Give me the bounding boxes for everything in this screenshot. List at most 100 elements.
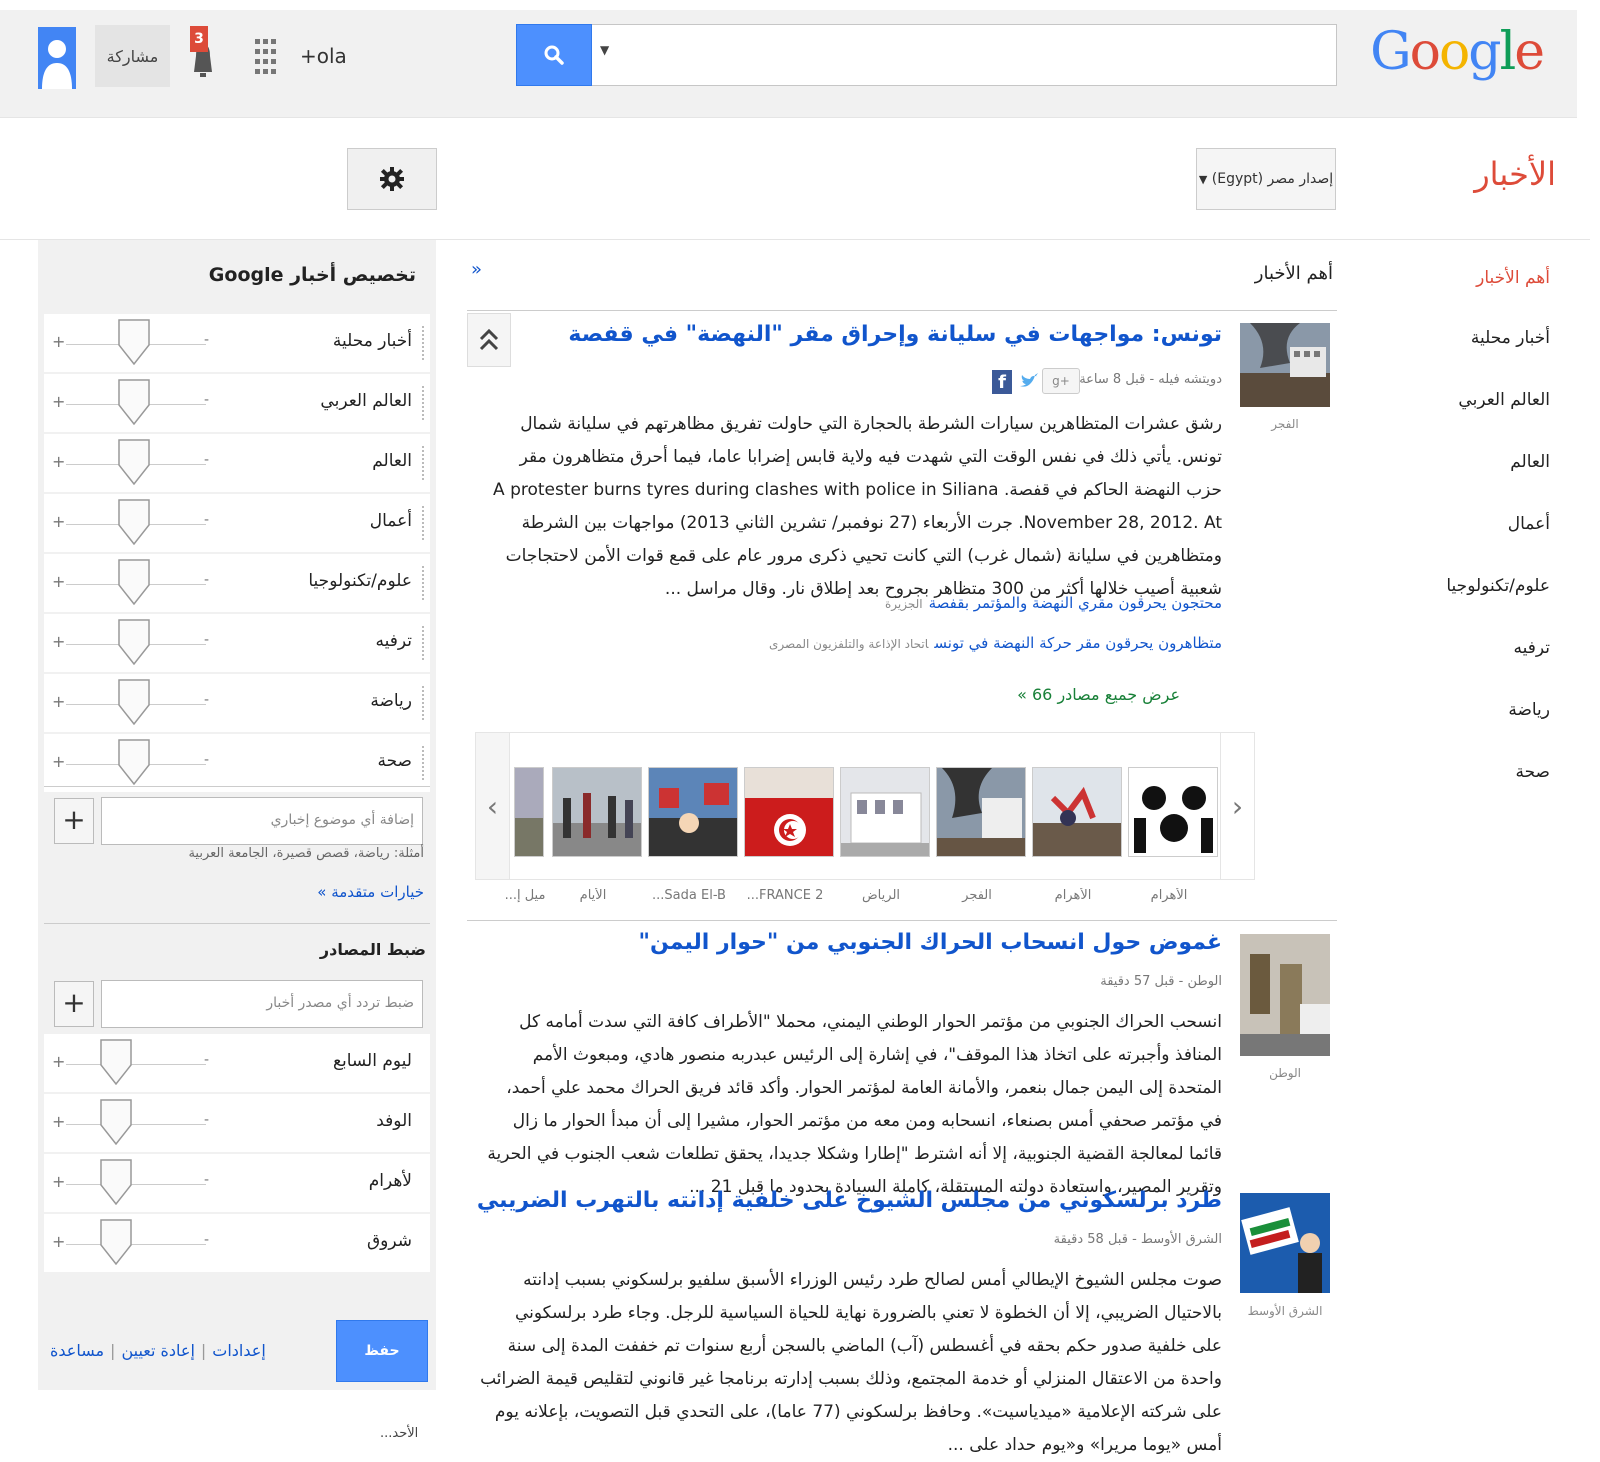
thumbnail-source: الوطن — [1269, 1066, 1301, 1080]
slider-thumb[interactable] — [118, 379, 150, 425]
share-button[interactable]: مشاركة — [95, 25, 170, 87]
carousel-next-button[interactable]: › — [1220, 733, 1254, 879]
view-all-sources-link[interactable]: عرض جميع مصادر 66 » — [1017, 685, 1180, 704]
drag-handle-icon[interactable] — [422, 686, 426, 720]
carousel-image[interactable] — [840, 767, 930, 857]
related-article-link[interactable]: متظاهرون يحرقون مقر حركة النهضة في تونس ا… — [769, 634, 1222, 652]
slider-thumb[interactable] — [100, 1159, 132, 1205]
panel-title: تخصيص أخبار Google — [208, 264, 416, 286]
source-slider-row[interactable]: شروق + - — [44, 1214, 430, 1272]
related-article-link[interactable]: محتجون يحرقون مقري النهضة والمؤتمر بقفصة… — [885, 594, 1222, 612]
nav-item-world[interactable]: العالم — [1510, 452, 1550, 472]
search-dropdown-icon[interactable]: ▼ — [600, 43, 609, 57]
nav-item-business[interactable]: أعمال — [1508, 514, 1550, 534]
add-source-button[interactable]: + — [54, 981, 94, 1027]
drag-handle-icon[interactable] — [422, 626, 426, 660]
facebook-icon[interactable]: f — [992, 370, 1012, 394]
google-plus-share-button[interactable]: g+ — [1042, 368, 1080, 394]
nav-item-local[interactable]: أخبار محلية — [1471, 328, 1550, 348]
slider-thumb[interactable] — [118, 619, 150, 665]
topic-slider-row[interactable]: أعمال + - — [44, 494, 430, 552]
story-thumbnail[interactable] — [1240, 934, 1330, 1056]
drag-handle-icon[interactable] — [422, 446, 426, 480]
panel-cut-text: الأحد... — [380, 1426, 419, 1441]
sources-title: ضبط المصادر — [319, 940, 426, 959]
settings-link[interactable]: إعدادات — [212, 1341, 265, 1360]
drag-handle-icon[interactable] — [422, 566, 426, 600]
carousel-image[interactable] — [514, 767, 544, 857]
search-button[interactable] — [516, 24, 592, 86]
nav-item-entertainment[interactable]: ترفيه — [1514, 638, 1550, 658]
user-plus-link[interactable]: +ola — [300, 44, 347, 68]
slider-track[interactable] — [66, 1184, 206, 1185]
source-slider-row[interactable]: الوفد + - — [44, 1094, 430, 1152]
nav-item-top-stories[interactable]: أهم الأخبار — [1476, 268, 1550, 288]
help-link[interactable]: مساعدة — [50, 1341, 104, 1360]
settings-button[interactable] — [347, 148, 437, 210]
minus-icon: - — [204, 1232, 210, 1248]
carousel-image[interactable] — [1128, 767, 1218, 857]
topic-slider-row[interactable]: علوم/تكنولوجيا + - — [44, 554, 430, 612]
add-topic-button[interactable]: + — [54, 798, 94, 844]
carousel-caption: الرياض — [861, 888, 901, 903]
notification-count-badge[interactable]: 3 — [190, 26, 208, 52]
source-slider-row[interactable]: ليوم السابع + - — [44, 1034, 430, 1092]
nav-item-sports[interactable]: رياضة — [1508, 700, 1550, 720]
carousel-prev-button[interactable]: ‹ — [476, 733, 510, 879]
nav-item-health[interactable]: صحة — [1515, 762, 1550, 782]
advanced-options-link[interactable]: خيارات متقدمة » — [317, 883, 424, 901]
section-title: أهم الأخبار — [1254, 263, 1333, 284]
google-logo[interactable]: Google — [1370, 22, 1545, 82]
nav-item-arab-world[interactable]: العالم العربي — [1458, 390, 1550, 410]
twitter-icon[interactable] — [1018, 370, 1040, 392]
slider-thumb[interactable] — [118, 439, 150, 485]
double-chevron-icon[interactable]: » — [471, 259, 482, 280]
slider-thumb[interactable] — [100, 1039, 132, 1085]
slider-thumb[interactable] — [118, 559, 150, 605]
related-article-title[interactable]: محتجون يحرقون مقري النهضة والمؤتمر بقفصة — [929, 594, 1222, 612]
story-title[interactable]: غموض حول انسحاب الحراك الجنوبي من "حوار … — [639, 930, 1222, 955]
collapse-story-button[interactable] — [467, 313, 511, 367]
topic-slider-row[interactable]: العالم + - — [44, 434, 430, 492]
slider-thumb[interactable] — [118, 739, 150, 785]
topic-slider-row[interactable]: صحة + - — [44, 734, 430, 792]
edition-selector[interactable]: إصدار مصر (Egypt) ▼ — [1196, 148, 1336, 210]
topic-examples: أمثلة: رياضة، قصص قصيرة، الجامعة العربية — [188, 846, 424, 861]
slider-track[interactable] — [66, 1244, 206, 1245]
topic-slider-row[interactable]: ترفيه + - — [44, 614, 430, 672]
source-slider-row[interactable]: لأهرام + - — [44, 1154, 430, 1212]
carousel-image[interactable] — [936, 767, 1026, 857]
story-thumbnail[interactable] — [1240, 323, 1330, 407]
carousel-image[interactable] — [552, 767, 642, 857]
nav-item-scitech[interactable]: علوم/تكنولوجيا — [1446, 576, 1550, 596]
search-input[interactable] — [591, 24, 1337, 86]
story-title[interactable]: طرد برلسكوني من مجلس الشيوخ على خلفية إد… — [477, 1188, 1222, 1213]
reset-link[interactable]: إعادة تعيين — [121, 1341, 194, 1360]
add-source-input[interactable]: ضبط تردد أي مصدر أخبار — [101, 980, 423, 1028]
related-article-title[interactable]: متظاهرون يحرقون مقر حركة النهضة في تونس — [934, 634, 1222, 652]
story-thumbnail[interactable] — [1240, 1193, 1330, 1293]
slider-track[interactable] — [66, 1124, 206, 1125]
slider-thumb[interactable] — [118, 319, 150, 365]
topic-slider-row[interactable]: أخبار محلية + - — [44, 314, 430, 372]
drag-handle-icon[interactable] — [422, 506, 426, 540]
topic-slider-row[interactable]: العالم العربي + - — [44, 374, 430, 432]
slider-thumb[interactable] — [100, 1099, 132, 1145]
drag-handle-icon[interactable] — [422, 746, 426, 780]
drag-handle-icon[interactable] — [422, 326, 426, 360]
slider-track[interactable] — [66, 1064, 206, 1065]
add-topic-input[interactable]: إضافة أي موضوع إخباري — [101, 797, 423, 845]
drag-handle-icon[interactable] — [422, 386, 426, 420]
topic-slider-row[interactable]: رياضة + - — [44, 674, 430, 732]
apps-grid-icon[interactable] — [255, 39, 277, 75]
carousel-image[interactable] — [648, 767, 738, 857]
avatar[interactable] — [38, 27, 76, 89]
carousel-image[interactable] — [1032, 767, 1122, 857]
carousel-image[interactable] — [744, 767, 834, 857]
story-title[interactable]: تونس: مواجهات في سليانة وإحراق مقر "النه… — [568, 322, 1222, 347]
minus-icon: - — [204, 1112, 210, 1128]
slider-thumb[interactable] — [118, 679, 150, 725]
slider-thumb[interactable] — [118, 499, 150, 545]
save-button[interactable]: حفظ — [336, 1320, 428, 1382]
slider-thumb[interactable] — [100, 1219, 132, 1265]
